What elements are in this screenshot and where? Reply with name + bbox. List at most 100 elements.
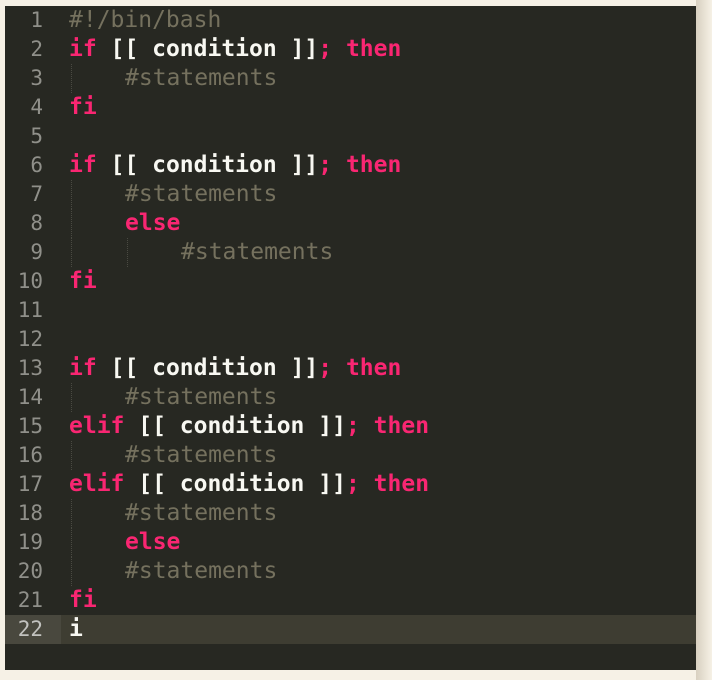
keyword-token: ; then — [345, 471, 430, 497]
line-gutter[interactable]: 13 — [5, 354, 61, 383]
indent-guide — [71, 528, 72, 557]
line-number: 7 — [30, 182, 43, 206]
line-gutter[interactable]: 14 — [5, 383, 61, 412]
line-gutter[interactable]: 12 — [5, 325, 61, 354]
code-line[interactable]: 14 #statements — [5, 383, 696, 412]
line-number: 17 — [17, 472, 43, 496]
line-number: 8 — [30, 211, 43, 235]
line-number: 21 — [17, 588, 43, 612]
code-line[interactable]: 1 #!/bin/bash — [5, 6, 696, 35]
line-number: 9 — [30, 240, 43, 264]
line-number: 6 — [30, 153, 43, 177]
comment-token: #statements — [125, 65, 278, 91]
line-gutter[interactable]: 21 — [5, 586, 61, 615]
line-gutter[interactable]: 9 — [5, 238, 61, 267]
line-number: 16 — [17, 443, 43, 467]
code-line[interactable]: 12 — [5, 325, 696, 354]
keyword-token: ; then — [318, 36, 402, 62]
line-code: if [[ condition ]]; then — [69, 354, 401, 383]
line-number: 15 — [17, 414, 43, 438]
text-token: [[ condition ]] — [124, 413, 346, 439]
code-line[interactable]: 4 fi — [5, 93, 696, 122]
line-gutter[interactable]: 3 — [5, 64, 61, 93]
line-gutter[interactable]: 5 — [5, 122, 61, 151]
frame-shadow — [696, 0, 712, 680]
line-code: fi — [69, 586, 97, 615]
line-gutter[interactable]: 1 — [5, 6, 61, 35]
keyword-token: ; then — [318, 355, 402, 381]
line-gutter[interactable]: 20 — [5, 557, 61, 586]
line-gutter[interactable]: 19 — [5, 528, 61, 557]
keyword-token: else — [125, 529, 181, 555]
line-gutter[interactable]: 7 — [5, 180, 61, 209]
code-line[interactable]: 10 fi — [5, 267, 696, 296]
line-gutter[interactable]: 2 — [5, 35, 61, 64]
comment-token: #statements — [181, 239, 334, 265]
code-line[interactable]: 17 elif [[ condition ]]; then — [5, 470, 696, 499]
keyword-token: ; then — [345, 413, 430, 439]
line-number: 1 — [30, 8, 43, 32]
line-number: 2 — [30, 37, 43, 61]
code-line[interactable]: 8 else — [5, 209, 696, 238]
keyword-token: fi — [69, 268, 97, 294]
line-number: 4 — [30, 95, 43, 119]
code-line[interactable]: 2 if [[ condition ]]; then — [5, 35, 696, 64]
comment-token: #statements — [125, 384, 278, 410]
code-line[interactable]: 6 if [[ condition ]]; then — [5, 151, 696, 180]
code-line[interactable]: 19 else — [5, 528, 696, 557]
line-number: 19 — [17, 530, 43, 554]
line-number: 12 — [17, 327, 43, 351]
code-line[interactable]: 7 #statements — [5, 180, 696, 209]
comment-token: #statements — [125, 558, 278, 584]
code-line[interactable]: 13 if [[ condition ]]; then — [5, 354, 696, 383]
comment-token: #!/bin/bash — [69, 7, 222, 33]
keyword-token: fi — [69, 587, 97, 613]
line-code: elif [[ condition ]]; then — [69, 412, 429, 441]
code-line[interactable]: 3 #statements — [5, 64, 696, 93]
keyword-token: if — [69, 152, 97, 178]
line-code: if [[ condition ]]; then — [69, 35, 401, 64]
code-line[interactable]: 21 fi — [5, 586, 696, 615]
code-line[interactable]: 15 elif [[ condition ]]; then — [5, 412, 696, 441]
line-number: 13 — [17, 356, 43, 380]
text-token: [[ condition ]] — [96, 355, 319, 381]
line-code: #statements — [125, 441, 277, 470]
comment-token: #statements — [125, 442, 278, 468]
line-number: 22 — [17, 617, 43, 641]
line-number: 10 — [17, 269, 43, 293]
code-line[interactable]: 11 — [5, 296, 696, 325]
indent-guide — [71, 209, 72, 238]
code-line[interactable]: 22 i — [5, 615, 696, 644]
indent-guide — [71, 441, 72, 470]
line-gutter[interactable]: 11 — [5, 296, 61, 325]
line-code: else — [125, 528, 180, 557]
comment-token: #statements — [125, 500, 278, 526]
text-token: i — [69, 616, 83, 642]
code-line[interactable]: 9 #statements — [5, 238, 696, 267]
code-editor[interactable]: 1 #!/bin/bash 2 if [[ condition ]]; then 3 #s… — [5, 6, 696, 670]
indent-guide — [71, 383, 72, 412]
line-code: #statements — [125, 383, 277, 412]
line-gutter[interactable]: 22 — [5, 615, 61, 644]
code-line[interactable]: 5 — [5, 122, 696, 151]
line-gutter[interactable]: 4 — [5, 93, 61, 122]
code-line[interactable]: 16 #statements — [5, 441, 696, 470]
line-number: 20 — [17, 559, 43, 583]
line-gutter[interactable]: 8 — [5, 209, 61, 238]
line-gutter[interactable]: 18 — [5, 499, 61, 528]
line-code: #statements — [125, 180, 277, 209]
line-number: 11 — [17, 298, 43, 322]
line-code: #statements — [181, 238, 333, 267]
line-code: fi — [69, 93, 97, 122]
line-number: 3 — [30, 66, 43, 90]
code-line[interactable]: 20 #statements — [5, 557, 696, 586]
line-gutter[interactable]: 16 — [5, 441, 61, 470]
text-token: [[ condition ]] — [124, 471, 346, 497]
keyword-token: else — [125, 210, 181, 236]
line-gutter[interactable]: 6 — [5, 151, 61, 180]
keyword-token: if — [69, 36, 97, 62]
line-gutter[interactable]: 10 — [5, 267, 61, 296]
line-gutter[interactable]: 15 — [5, 412, 61, 441]
line-gutter[interactable]: 17 — [5, 470, 61, 499]
code-line[interactable]: 18 #statements — [5, 499, 696, 528]
